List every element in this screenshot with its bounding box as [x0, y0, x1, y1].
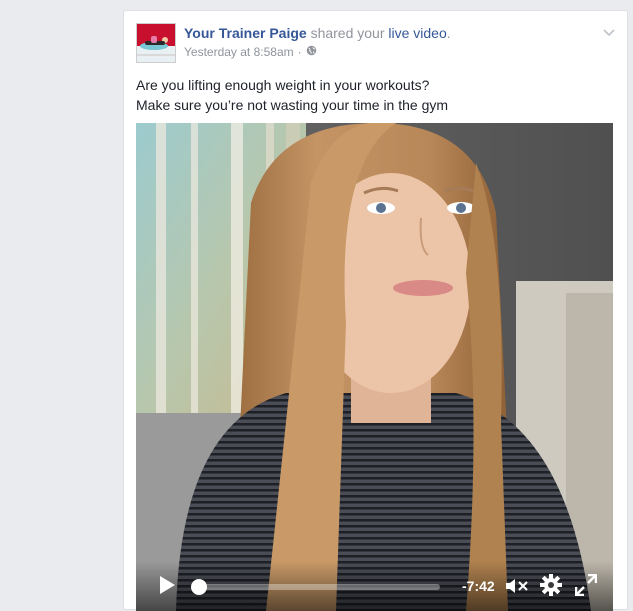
progress-handle[interactable]	[190, 579, 207, 595]
globe-icon[interactable]	[306, 45, 317, 59]
feed-post-card: Your Trainer Paige shared your live vide…	[123, 10, 628, 611]
video-player[interactable]: -7:42	[136, 123, 613, 611]
avatar-image	[137, 24, 175, 62]
post-message-line-1: Are you lifting enough weight in your wo…	[136, 77, 430, 93]
video-frame	[136, 123, 613, 611]
header-period: .	[446, 25, 451, 41]
settings-gear-icon[interactable]	[539, 573, 563, 597]
action-text: shared your	[310, 25, 385, 41]
mute-icon[interactable]	[505, 576, 529, 596]
meta-separator: ·	[297, 45, 302, 59]
chevron-down-icon[interactable]	[603, 25, 615, 37]
progress-bar[interactable]	[190, 579, 440, 595]
live-video-link[interactable]: live video	[388, 25, 446, 41]
author-link[interactable]: Your Trainer Paige	[184, 25, 307, 41]
remaining-time: -7:42	[462, 578, 495, 594]
video-controls: -7:42	[136, 561, 613, 611]
post-timestamp[interactable]: Yesterday at 8:58am	[184, 45, 294, 59]
post-header: Your Trainer Paige shared your live vide…	[184, 25, 451, 41]
play-icon[interactable]	[158, 575, 176, 595]
post-meta: Yesterday at 8:58am ·	[184, 45, 317, 59]
page-avatar[interactable]	[136, 23, 176, 63]
post-message-line-2: Make sure you’re not wasting your time i…	[136, 97, 449, 113]
fullscreen-icon[interactable]	[574, 573, 598, 597]
post-message: Are you lifting enough weight in your wo…	[136, 75, 448, 115]
